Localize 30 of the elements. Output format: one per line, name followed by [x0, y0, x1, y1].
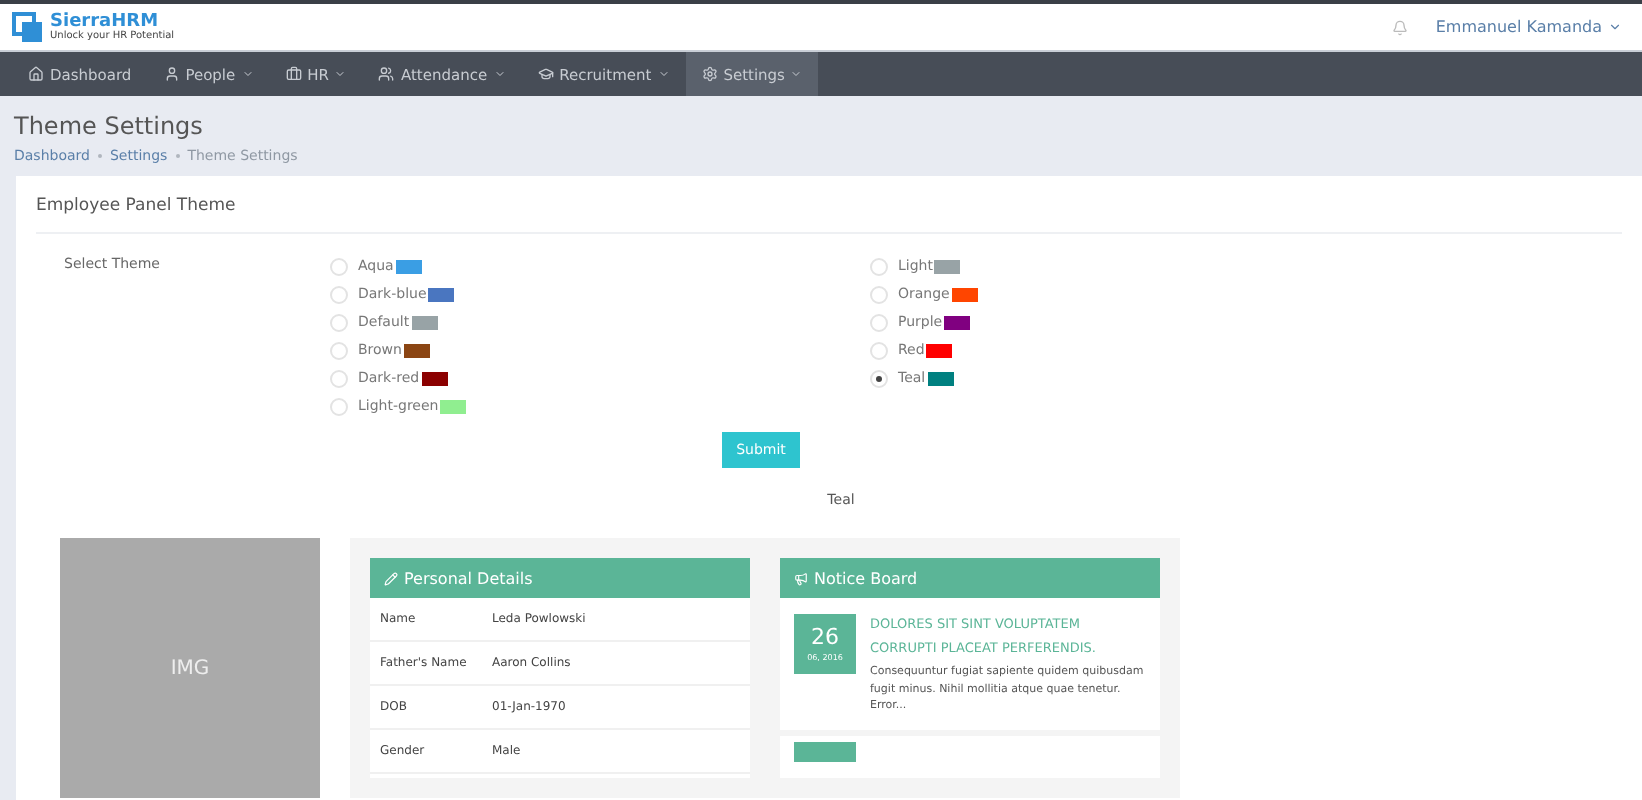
- card-title: Employee Panel Theme: [36, 176, 1622, 234]
- panel-title: Personal Details: [404, 569, 533, 587]
- pencil-icon: [384, 571, 398, 585]
- radio-button[interactable]: [330, 257, 348, 275]
- home-icon: [28, 66, 44, 82]
- radio-button[interactable]: [330, 341, 348, 359]
- brand-name: SierraHRM: [50, 13, 159, 31]
- people-icon: [378, 66, 395, 82]
- settings-icon: [701, 66, 718, 82]
- radio-button[interactable]: [330, 397, 348, 415]
- briefcase-icon: [285, 66, 302, 82]
- placeholder-label: IMG: [170, 657, 210, 679]
- graduation-cap-icon: [537, 66, 554, 82]
- date-badge: [794, 742, 856, 763]
- radio-button[interactable]: [870, 341, 888, 359]
- radio-button[interactable]: [870, 369, 888, 387]
- page-title: Theme Settings: [14, 112, 205, 140]
- notification-bell-icon[interactable]: [1391, 19, 1408, 35]
- logo-icon: [12, 11, 44, 43]
- megaphone-icon: [794, 571, 808, 585]
- user-menu[interactable]: Emmanuel Kamanda: [1435, 18, 1622, 36]
- panel-title: Notice Board: [814, 569, 918, 587]
- radio-button[interactable]: [870, 285, 888, 303]
- person-icon: [163, 66, 180, 82]
- caret-icon: [1608, 20, 1622, 34]
- radio-button[interactable]: [870, 313, 888, 331]
- radio-button[interactable]: [330, 285, 348, 303]
- radio-button[interactable]: [330, 369, 348, 387]
- radio-button[interactable]: [330, 313, 348, 331]
- radio-button[interactable]: [870, 257, 888, 275]
